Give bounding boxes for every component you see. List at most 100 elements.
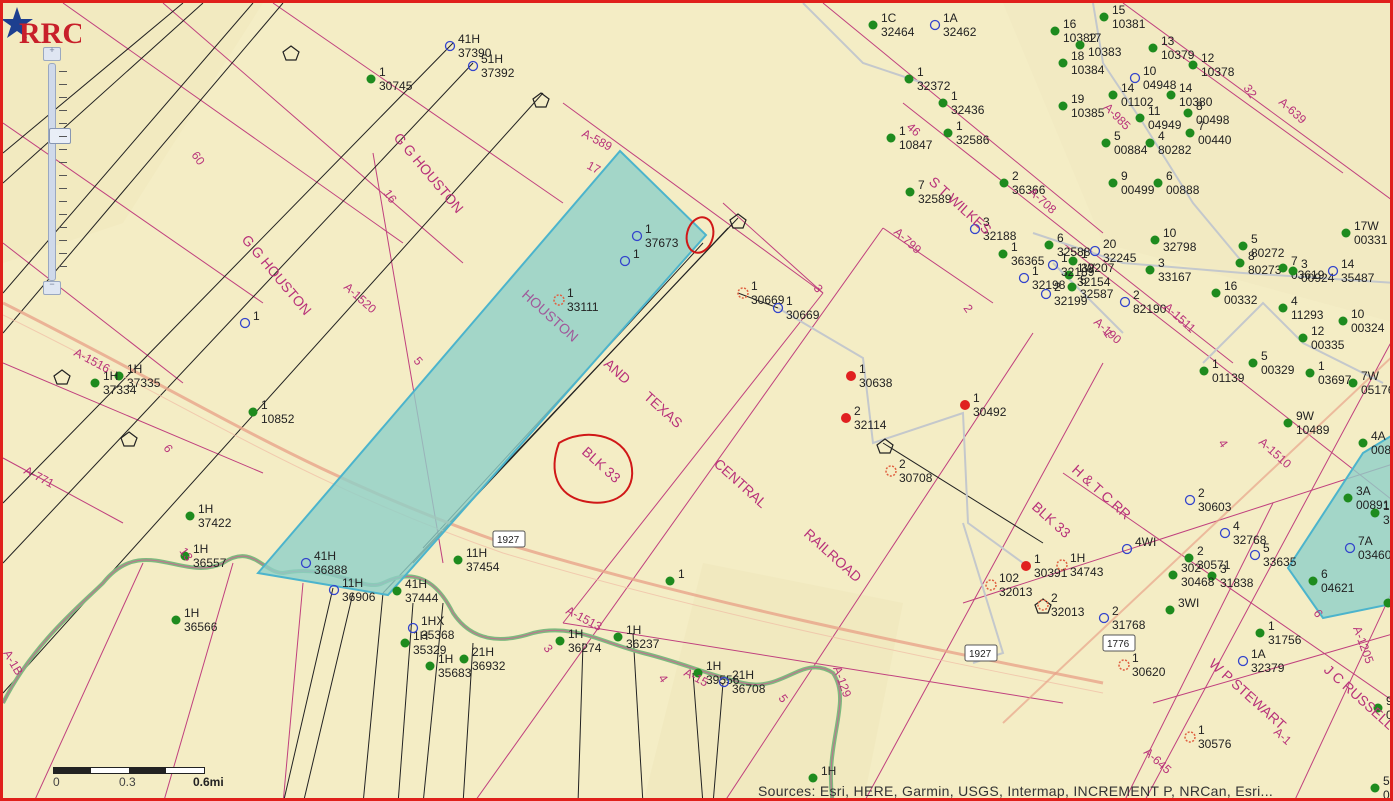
well-symbol[interactable] xyxy=(1248,358,1258,368)
well-symbol[interactable] xyxy=(960,400,970,410)
well-marker[interactable]: 1A32462 xyxy=(929,11,977,39)
well-symbol[interactable] xyxy=(1288,266,1298,276)
map-attribution[interactable]: Sources: Esri, HERE, Garmin, USGS, Inter… xyxy=(758,783,1273,798)
well-marker[interactable]: 101139 xyxy=(1199,357,1245,385)
well-symbol[interactable] xyxy=(1044,240,1054,250)
well-symbol[interactable] xyxy=(1219,527,1231,539)
well-symbol[interactable] xyxy=(1238,241,1248,251)
well-symbol[interactable] xyxy=(1184,494,1196,506)
well-symbol[interactable] xyxy=(1145,265,1155,275)
well-symbol[interactable] xyxy=(1298,333,1308,343)
well-symbol[interactable] xyxy=(1108,178,1118,188)
well-symbol[interactable] xyxy=(90,378,100,388)
map-view[interactable]: 1C 32464 1A 32462 41H 37390 51H 37392 1 30745 1 323… xyxy=(0,0,1393,801)
well-symbol[interactable] xyxy=(1343,493,1353,503)
well-symbol[interactable] xyxy=(1338,316,1348,326)
well-symbol[interactable] xyxy=(613,632,623,642)
well-symbol[interactable] xyxy=(1098,612,1110,624)
well-marker[interactable]: 1 xyxy=(239,309,261,329)
well-symbol[interactable] xyxy=(1211,288,1221,298)
well-symbol[interactable] xyxy=(841,413,851,423)
well-symbol[interactable] xyxy=(938,98,948,108)
well-symbol[interactable] xyxy=(1118,659,1130,671)
well-symbol[interactable] xyxy=(904,74,914,84)
well-marker[interactable]: 1H36566 xyxy=(171,606,218,634)
well-symbol[interactable] xyxy=(929,19,941,31)
well-marker[interactable]: 502598 xyxy=(1370,774,1393,801)
well-symbol[interactable] xyxy=(1341,228,1351,238)
well-marker[interactable]: 130492 xyxy=(960,391,1007,419)
well-symbol[interactable] xyxy=(1101,138,1111,148)
well-symbol[interactable] xyxy=(1184,731,1196,743)
well-symbol[interactable] xyxy=(400,638,410,648)
well-symbol[interactable] xyxy=(846,371,856,381)
well-marker[interactable]: 130620 xyxy=(1118,651,1166,679)
well-marker[interactable]: 9W10489 xyxy=(1283,409,1330,437)
well-symbol[interactable] xyxy=(1135,113,1145,123)
well-symbol[interactable] xyxy=(1348,378,1358,388)
well-marker[interactable]: 132586 xyxy=(943,119,990,147)
well-symbol[interactable] xyxy=(1021,561,1031,571)
zoom-track[interactable] xyxy=(48,63,71,281)
well-symbol[interactable] xyxy=(1358,438,1368,448)
well-symbol[interactable] xyxy=(392,586,402,596)
well-symbol[interactable] xyxy=(1148,43,1158,53)
well-symbol[interactable] xyxy=(1278,263,1288,273)
well-marker[interactable]: 432768 xyxy=(1219,519,1267,547)
well-marker[interactable]: 1A32379 xyxy=(1237,647,1285,675)
well-symbol[interactable] xyxy=(555,636,565,646)
well-marker[interactable]: 11H37454 xyxy=(453,546,500,574)
well-symbol[interactable] xyxy=(998,249,1008,259)
well-marker[interactable]: 232114 xyxy=(841,404,887,432)
well-symbol[interactable] xyxy=(425,661,435,671)
well-symbol[interactable] xyxy=(943,128,953,138)
well-symbol[interactable] xyxy=(1235,258,1245,268)
well-symbol[interactable] xyxy=(1067,282,1077,292)
well-symbol[interactable] xyxy=(1278,303,1288,313)
well-marker[interactable]: 132436 xyxy=(938,89,985,117)
well-symbol[interactable] xyxy=(1150,235,1160,245)
well-symbol[interactable] xyxy=(905,187,915,197)
well-symbol[interactable] xyxy=(1383,598,1393,608)
well-symbol[interactable] xyxy=(1305,368,1315,378)
well-symbol[interactable] xyxy=(239,317,251,329)
well-symbol[interactable] xyxy=(1058,58,1068,68)
well-symbol[interactable] xyxy=(366,74,376,84)
well-symbol[interactable] xyxy=(1153,178,1163,188)
well-marker[interactable]: 130391 xyxy=(1021,552,1068,580)
well-symbol[interactable] xyxy=(459,654,469,664)
well-symbol[interactable] xyxy=(665,576,675,586)
well-symbol[interactable] xyxy=(1165,605,1175,615)
well-symbol[interactable] xyxy=(1018,272,1030,284)
well-marker[interactable]: 4WI xyxy=(1121,535,1157,555)
well-symbol[interactable] xyxy=(1188,60,1198,70)
zoom-in-button[interactable]: + xyxy=(43,45,61,61)
well-marker[interactable]: 130669 xyxy=(737,279,785,307)
well-marker[interactable]: 1 xyxy=(665,567,686,586)
well-marker[interactable]: 131756 xyxy=(1255,619,1302,647)
well-marker[interactable]: 231768 xyxy=(1098,604,1146,632)
well-symbol[interactable] xyxy=(985,579,997,591)
well-symbol[interactable] xyxy=(1108,90,1118,100)
well-symbol[interactable] xyxy=(999,178,1009,188)
well-symbol[interactable] xyxy=(885,465,897,477)
well-marker[interactable]: 232013 xyxy=(1037,591,1085,619)
well-marker[interactable]: 230708 xyxy=(885,457,933,485)
well-marker[interactable]: 500329 xyxy=(1248,349,1295,377)
well-marker[interactable]: 130576 xyxy=(1184,723,1232,751)
well-symbol[interactable] xyxy=(1168,570,1178,580)
well-marker[interactable]: 1H37422 xyxy=(185,502,232,530)
well-symbol[interactable] xyxy=(1199,366,1209,376)
well-symbol[interactable] xyxy=(1249,549,1261,561)
well-symbol[interactable] xyxy=(1370,508,1380,518)
well-marker[interactable]: 110852 xyxy=(248,398,295,426)
zoom-out-button[interactable]: − xyxy=(43,279,61,295)
well-symbol[interactable] xyxy=(808,773,818,783)
well-marker[interactable]: 3WI xyxy=(1165,596,1200,615)
well-symbol[interactable] xyxy=(1068,256,1078,266)
well-marker[interactable]: 10232013 xyxy=(985,571,1033,599)
well-symbol[interactable] xyxy=(185,511,195,521)
well-symbol[interactable] xyxy=(868,20,878,30)
well-symbol[interactable] xyxy=(171,615,181,625)
well-marker[interactable]: 230603 xyxy=(1184,486,1232,514)
